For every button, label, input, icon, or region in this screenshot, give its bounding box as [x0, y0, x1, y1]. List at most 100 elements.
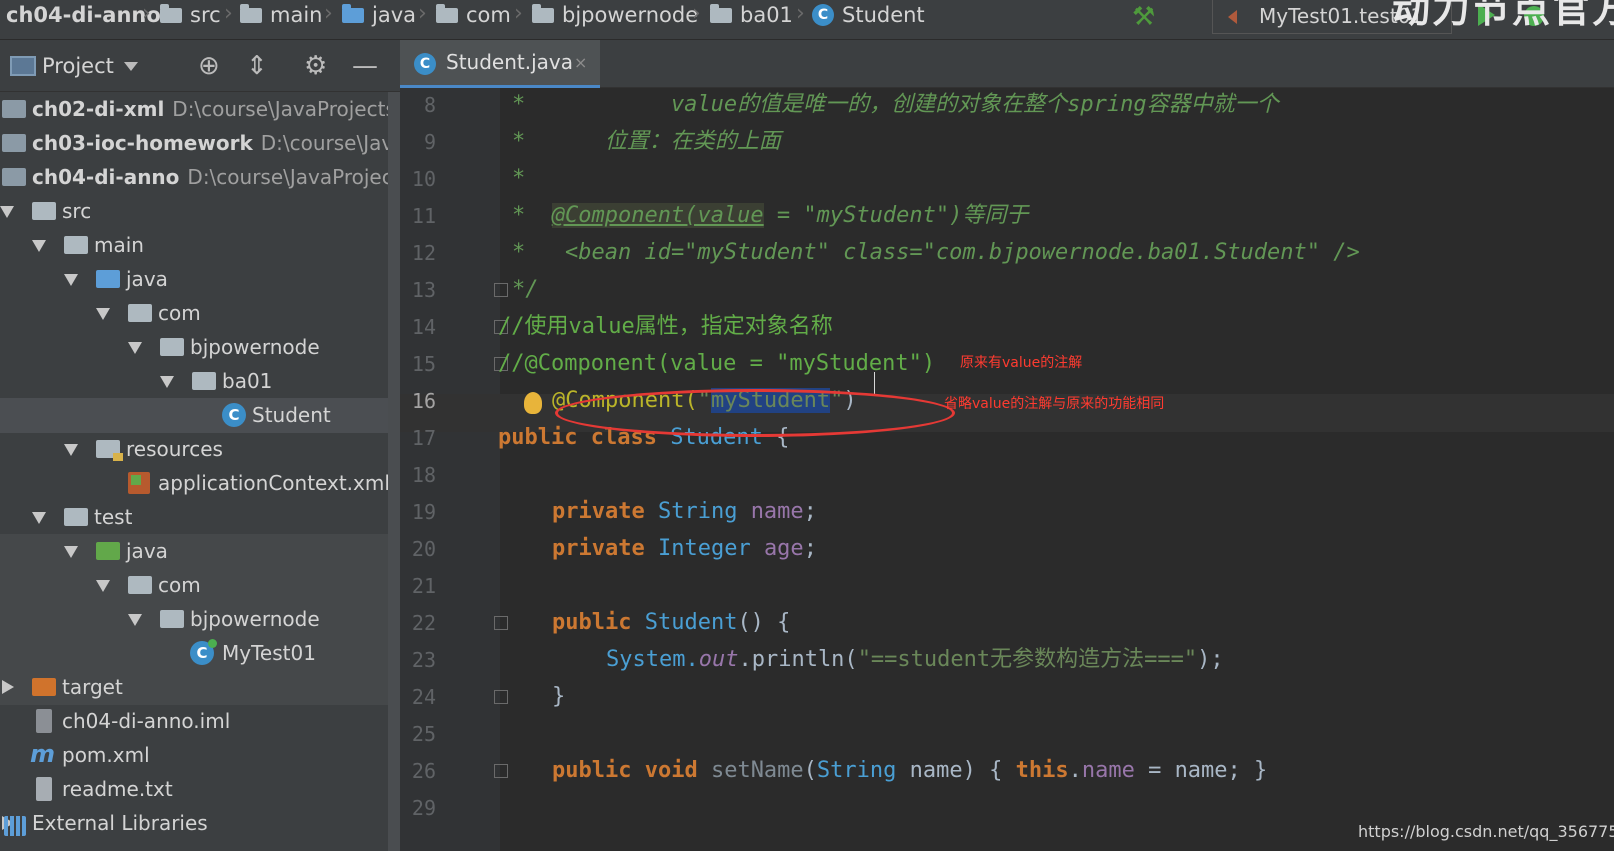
tree-item-test-bjpowernode[interactable]: bjpowernode: [0, 602, 388, 637]
expand-arrow-icon[interactable]: [64, 546, 78, 558]
breadcrumb-separator-icon: ›: [514, 1, 523, 26]
tree-item-target[interactable]: target: [0, 670, 388, 705]
minimize-icon[interactable]: —: [352, 51, 378, 81]
line-number: 20: [411, 537, 436, 561]
expand-arrow-icon[interactable]: [160, 376, 174, 388]
tree-item-pom-xml[interactable]: m pom.xml: [0, 738, 388, 773]
expand-arrow-icon[interactable]: [32, 512, 46, 524]
code-line: *: [512, 166, 526, 191]
line-number: 9: [423, 130, 436, 154]
code-line: public Student() {: [552, 610, 791, 635]
tree-item-resources[interactable]: resources: [0, 432, 388, 467]
tree-item-label: test: [94, 505, 133, 529]
tree-item-mytest01[interactable]: C MyTest01: [0, 636, 388, 671]
tree-item-test[interactable]: test: [0, 500, 388, 535]
fold-marker-icon[interactable]: [494, 764, 508, 778]
tab-student-java[interactable]: C Student.java ×: [400, 40, 600, 88]
tree-item-applicationcontext-xml[interactable]: applicationContext.xml: [0, 466, 388, 501]
fold-marker-icon[interactable]: [494, 690, 508, 704]
run-config-icon: [1228, 10, 1237, 24]
tree-item-label: java: [126, 267, 168, 291]
expand-arrow-icon[interactable]: [64, 444, 78, 456]
code-line: * <bean id="myStudent" class="com.bjpowe…: [512, 240, 1360, 265]
line-number: 21: [411, 574, 436, 598]
breadcrumb-com[interactable]: com: [466, 0, 511, 30]
breadcrumb-student[interactable]: Student: [842, 0, 925, 30]
package-icon: [160, 338, 184, 356]
resources-folder-icon: [96, 440, 123, 461]
line-number: 12: [411, 241, 436, 265]
navigation-bar: ch04-di-anno › src › main › java › com ›…: [0, 0, 1614, 40]
tree-item-readme-txt[interactable]: readme.txt: [0, 772, 388, 807]
text-cursor: [874, 372, 875, 394]
tree-item-test-java[interactable]: java: [0, 534, 388, 569]
tree-item-bjpowernode[interactable]: bjpowernode: [0, 330, 388, 365]
tree-item-java[interactable]: java: [0, 262, 388, 297]
project-panel-header: Project ⊕ ⇕ ⚙ —: [0, 40, 400, 92]
fold-marker-icon[interactable]: [494, 616, 508, 630]
tree-item-ch03-ioc-homework[interactable]: ch03-ioc-homeworkD:\course\JavaPr: [0, 126, 388, 161]
expand-arrow-icon[interactable]: [96, 308, 110, 320]
project-tree-scrollbar[interactable]: [388, 92, 400, 851]
line-number: 23: [411, 648, 436, 672]
line-number: 24: [411, 685, 436, 709]
expand-arrow-icon[interactable]: [96, 580, 110, 592]
breadcrumb-src[interactable]: src: [190, 0, 221, 30]
expand-arrow-icon[interactable]: [32, 240, 46, 252]
gear-icon[interactable]: ⚙: [304, 51, 327, 81]
breadcrumb-project[interactable]: ch04-di-anno: [6, 0, 161, 30]
line-number: 19: [411, 500, 436, 524]
line-number: 18: [411, 463, 436, 487]
tree-item-com[interactable]: com: [0, 296, 388, 331]
source-folder-icon: [342, 4, 364, 23]
line-number: 26: [411, 759, 436, 783]
tree-item-main[interactable]: main: [0, 228, 388, 263]
overlay-caption: 动力节点官方: [1392, 0, 1614, 31]
breadcrumb-java[interactable]: java: [372, 0, 416, 30]
locate-target-icon[interactable]: ⊕: [198, 51, 220, 81]
expand-arrow-icon[interactable]: [128, 342, 142, 354]
code-line: * value的值是唯一的，创建的对象在整个spring容器中就一个: [512, 92, 1279, 117]
text-file-icon: [36, 777, 52, 801]
collapsed-arrow-icon[interactable]: [2, 680, 14, 694]
expand-arrow-icon[interactable]: [0, 206, 14, 218]
tree-item-label: MyTest01: [222, 641, 316, 665]
tree-item-label: src: [62, 199, 92, 223]
breadcrumb-bjpowernode[interactable]: bjpowernode: [562, 0, 698, 30]
tree-item-ch04-di-anno[interactable]: ch04-di-annoD:\course\JavaProjects\: [0, 160, 388, 195]
chevron-down-icon[interactable]: [124, 62, 138, 71]
expand-arrow-icon[interactable]: [128, 614, 142, 626]
fold-marker-icon[interactable]: [494, 283, 508, 297]
maven-icon: m: [30, 740, 56, 768]
tree-item-iml[interactable]: ch04-di-anno.iml: [0, 704, 388, 739]
tree-item-student[interactable]: C Student: [0, 398, 388, 433]
project-view-title[interactable]: Project: [42, 40, 114, 92]
folder-icon: [64, 236, 88, 254]
tree-item-label: ch04-di-annoD:\course\JavaProjects\: [32, 165, 388, 189]
tree-item-ba01[interactable]: ba01: [0, 364, 388, 399]
build-hammer-icon[interactable]: ⚒: [1132, 2, 1155, 32]
tree-item-label: ch03-ioc-homeworkD:\course\JavaPr: [32, 131, 388, 155]
folder-icon: [240, 4, 262, 23]
tree-item-ch02-di-xml[interactable]: ch02-di-xmlD:\course\JavaProjects\sp: [0, 92, 388, 127]
package-icon: [160, 610, 184, 628]
tree-item-label: readme.txt: [62, 777, 173, 801]
code-line: * 位置：在类的上面: [512, 129, 781, 154]
test-source-folder-icon: [96, 542, 120, 560]
lightbulb-icon[interactable]: [524, 392, 542, 414]
tree-item-label: bjpowernode: [190, 607, 320, 631]
line-number: 10: [411, 167, 436, 191]
tree-item-label: ch02-di-xmlD:\course\JavaProjects\sp: [32, 97, 388, 121]
breadcrumb-main[interactable]: main: [270, 0, 322, 30]
package-icon: [710, 4, 732, 23]
close-icon[interactable]: ×: [574, 40, 587, 85]
tree-item-label: main: [94, 233, 144, 257]
package-icon: [436, 4, 458, 23]
tree-item-external-libraries[interactable]: External Libraries: [0, 806, 388, 841]
tree-item-src[interactable]: src: [0, 194, 388, 229]
code-line: */: [512, 277, 539, 302]
expand-arrow-icon[interactable]: [64, 274, 78, 286]
breadcrumb-ba01[interactable]: ba01: [740, 0, 793, 30]
tree-item-test-com[interactable]: com: [0, 568, 388, 603]
collapse-all-icon[interactable]: ⇕: [246, 51, 268, 81]
